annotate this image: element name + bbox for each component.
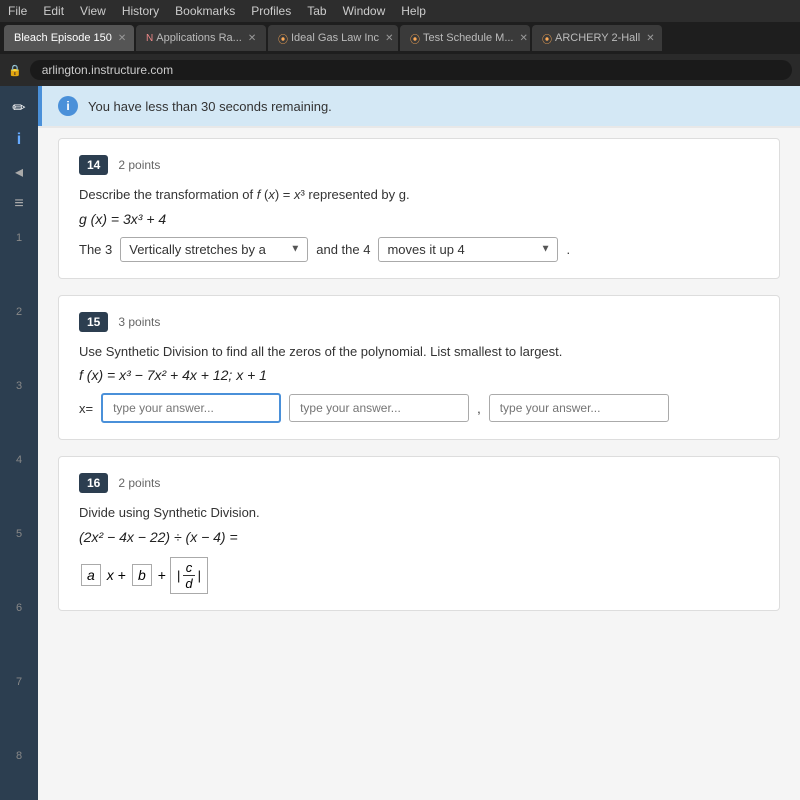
x-label: x= <box>79 401 93 416</box>
question-14-number: 14 <box>79 155 108 175</box>
tab-close-gas[interactable]: ✕ <box>385 33 393 44</box>
menu-edit[interactable]: Edit <box>43 4 64 18</box>
question-14-points: 2 points <box>118 158 160 172</box>
menu-tab[interactable]: Tab <box>307 4 326 18</box>
browser-chrome: File Edit View History Bookmarks Profile… <box>0 0 800 86</box>
question-15-description: Use Synthetic Division to find all the z… <box>79 342 759 362</box>
menu-history[interactable]: History <box>122 4 159 18</box>
question-16-number: 16 <box>79 473 108 493</box>
question-15-inputs-row: x= , <box>79 393 759 423</box>
comma-separator: , <box>477 401 481 416</box>
tab-applications[interactable]: N Applications Ra... ✕ <box>136 25 266 51</box>
question-14-block: 14 2 points Describe the transformation … <box>58 138 780 279</box>
address-bar: 🔒 arlington.instructure.com <box>0 54 800 86</box>
answer-prefix: The 3 <box>79 242 112 257</box>
alert-message: You have less than 30 seconds remaining. <box>88 99 332 114</box>
question-15-number: 15 <box>79 312 108 332</box>
menu-view[interactable]: View <box>80 4 106 18</box>
answer-input-1[interactable] <box>101 393 281 423</box>
question-16-description: Divide using Synthetic Division. <box>79 503 759 523</box>
dropdown1-select[interactable]: Vertically stretches by a Vertically com… <box>120 237 308 262</box>
bracket-a: a <box>81 564 101 586</box>
sidebar-info[interactable]: i <box>4 126 34 154</box>
tab-bar: Bleach Episode 150 ✕ N Applications Ra..… <box>0 22 800 54</box>
tab-close-apps[interactable]: ✕ <box>248 33 256 44</box>
sidebar-pencil[interactable]: ✏ <box>4 94 34 122</box>
menu-bookmarks[interactable]: Bookmarks <box>175 4 235 18</box>
question-16-formula: (2x² − 4x − 22) ÷ (x − 4) = <box>79 529 759 545</box>
question-15-header: 15 3 points <box>79 312 759 332</box>
alert-banner: i You have less than 30 seconds remainin… <box>38 86 800 126</box>
question-14-description: Describe the transformation of f (x) = x… <box>79 185 759 205</box>
tab-close-archery[interactable]: ✕ <box>646 33 654 44</box>
address-input[interactable]: arlington.instructure.com <box>30 60 792 80</box>
answer-middle: and the 4 <box>316 242 370 257</box>
menu-bar: File Edit View History Bookmarks Profile… <box>0 0 800 22</box>
tab-bleach[interactable]: Bleach Episode 150 ✕ <box>4 25 134 51</box>
dropdown1-wrapper: Vertically stretches by a Vertically com… <box>120 237 308 262</box>
bracket-b: b <box>132 564 152 586</box>
dropdown2-wrapper: moves it up 4 moves it down 4 moves it l… <box>378 237 558 262</box>
question-15-formula: f (x) = x³ − 7x² + 4x + 12; x + 1 <box>79 367 759 383</box>
question-14-header: 14 2 points <box>79 155 759 175</box>
answer-input-2[interactable] <box>289 394 469 422</box>
sidebar: ✏ i ◂ ≡ 1 2 3 4 5 6 7 8 <box>0 86 38 800</box>
menu-window[interactable]: Window <box>343 4 386 18</box>
sidebar-lines[interactable]: ≡ <box>4 190 34 218</box>
lock-icon: 🔒 <box>8 64 22 77</box>
question-16-block: 16 2 points Divide using Synthetic Divis… <box>58 456 780 611</box>
tab-archery[interactable]: ⦿ ARCHERY 2-Hall ✕ <box>532 25 662 51</box>
menu-file[interactable]: File <box>8 4 27 18</box>
fraction-display: | c d | <box>170 557 208 594</box>
menu-profiles[interactable]: Profiles <box>251 4 291 18</box>
tab-idealgas[interactable]: ⦿ Ideal Gas Law Inc ✕ <box>268 25 398 51</box>
question-15-points: 3 points <box>118 315 160 329</box>
question-15-block: 15 3 points Use Synthetic Division to fi… <box>58 295 780 441</box>
page-wrapper: ✏ i ◂ ≡ 1 2 3 4 5 6 7 8 i You have less … <box>0 86 800 800</box>
answer-period: . <box>566 242 570 257</box>
menu-help[interactable]: Help <box>401 4 426 18</box>
question-14-answer-row: The 3 Vertically stretches by a Vertical… <box>79 237 759 262</box>
tab-close-test[interactable]: ✕ <box>520 33 528 44</box>
questions-area: 14 2 points Describe the transformation … <box>38 128 800 800</box>
tab-close-bleach[interactable]: ✕ <box>118 33 126 44</box>
question-14-formula: g (x) = 3x³ + 4 <box>79 211 759 227</box>
alert-icon: i <box>58 96 78 116</box>
question-16-points: 2 points <box>118 476 160 490</box>
question-16-answer-format: a x + b + | c d | <box>79 557 759 594</box>
main-content: i You have less than 30 seconds remainin… <box>38 86 800 800</box>
question-16-header: 16 2 points <box>79 473 759 493</box>
sidebar-numbers: 1 2 3 4 5 6 7 8 <box>16 232 22 762</box>
sidebar-arrow-left[interactable]: ◂ <box>4 158 34 186</box>
dropdown2-select[interactable]: moves it up 4 moves it down 4 moves it l… <box>378 237 558 262</box>
tab-test[interactable]: ⦿ Test Schedule M... ✕ <box>400 25 530 51</box>
answer-input-3[interactable] <box>489 394 669 422</box>
